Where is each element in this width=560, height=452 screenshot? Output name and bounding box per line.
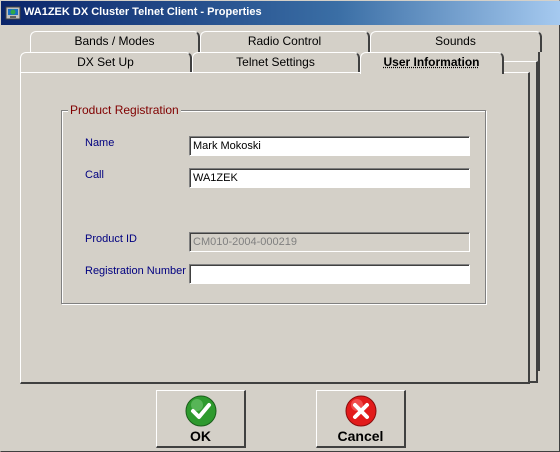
checkmark-icon — [185, 395, 216, 427]
tab-dx-setup-label: DX Set Up — [77, 55, 134, 69]
tab-sounds-label: Sounds — [435, 34, 476, 48]
registration-number-label: Registration Number — [85, 265, 186, 277]
tab-bands-modes-label: Bands / Modes — [74, 34, 155, 48]
window-title: WA1ZEK DX Cluster Telnet Client - Proper… — [24, 6, 262, 18]
cancel-button-label: Cancel — [337, 428, 384, 444]
tab-user-information[interactable]: User Information — [360, 52, 504, 74]
name-field[interactable]: Mark Mokoski — [189, 136, 470, 156]
product-registration-legend: Product Registration — [68, 103, 181, 117]
call-field[interactable]: WA1ZEK — [189, 168, 470, 188]
tab-telnet-settings-label: Telnet Settings — [236, 55, 315, 69]
x-cross-icon — [345, 395, 376, 427]
tab-user-information-label: User Information — [383, 55, 480, 69]
tab-bands-modes[interactable]: Bands / Modes — [30, 31, 200, 52]
tab-dx-setup[interactable]: DX Set Up — [20, 52, 192, 73]
network-globe-icon — [5, 6, 21, 20]
title-bar[interactable]: WA1ZEK DX Cluster Telnet Client - Proper… — [1, 1, 560, 25]
name-label: Name — [85, 137, 115, 149]
tab-radio-control[interactable]: Radio Control — [200, 31, 370, 52]
properties-window: WA1ZEK DX Cluster Telnet Client - Proper… — [0, 0, 560, 452]
cancel-button[interactable]: Cancel — [316, 390, 406, 448]
product-registration-group: Product Registration Name Mark Mokoski C… — [61, 103, 486, 304]
call-label: Call — [85, 169, 104, 181]
ok-button[interactable]: OK — [156, 390, 246, 448]
user-information-panel: Product Registration Name Mark Mokoski C… — [20, 72, 530, 384]
registration-number-field[interactable] — [189, 264, 470, 284]
product-id-label: Product ID — [85, 233, 137, 245]
ok-button-label: OK — [190, 428, 211, 444]
product-id-field: CM010-2004-000219 — [189, 232, 470, 252]
tab-radio-control-label: Radio Control — [247, 34, 322, 48]
tab-telnet-settings[interactable]: Telnet Settings — [192, 52, 360, 73]
tab-sounds[interactable]: Sounds — [370, 31, 542, 52]
